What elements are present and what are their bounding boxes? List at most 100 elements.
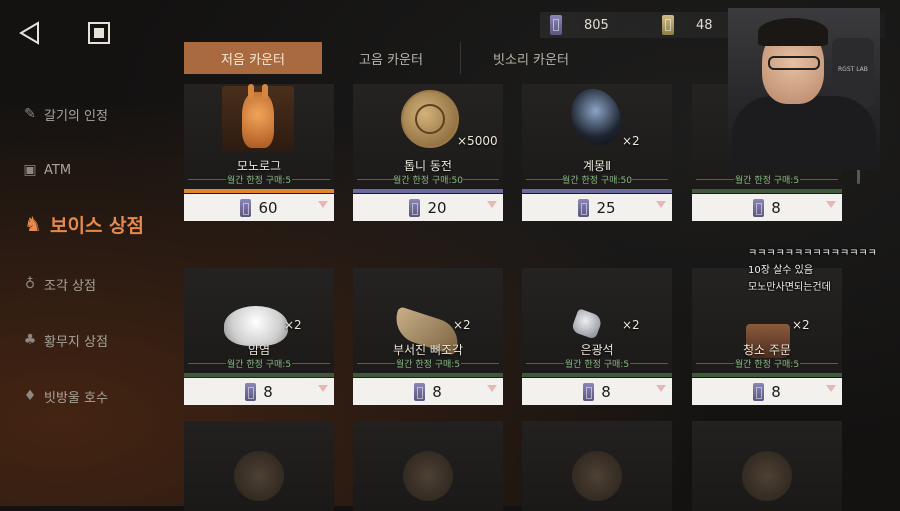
item-quantity: ×5000	[457, 134, 498, 148]
item-accent-bar	[184, 189, 334, 193]
shop-item-broken-bone[interactable]: ×2 부서진 뼈조각 월간 한정 구매:5 8	[353, 268, 503, 405]
streamer-hair	[758, 18, 828, 46]
item-name: 계몽Ⅱ	[583, 159, 611, 173]
webcam-overlay: RGST LAB	[728, 8, 880, 170]
item-art	[403, 451, 453, 501]
rabbit-icon: ♞	[24, 212, 42, 236]
item-name: 청소 주문	[743, 343, 791, 357]
cactus-icon: ♣	[23, 332, 37, 348]
streamer-hoodie	[732, 96, 876, 170]
purple-ticket-icon	[753, 198, 765, 217]
item-accent-bar	[184, 373, 334, 377]
item-price: 8	[184, 378, 334, 405]
item-quantity: ×2	[622, 134, 640, 148]
item-price: 25	[522, 194, 672, 221]
shop-item-partial[interactable]	[184, 421, 334, 511]
item-quantity: ×2	[453, 318, 471, 332]
purple-ticket-icon	[583, 382, 595, 401]
gold-ticket-icon	[662, 15, 674, 35]
lightbulb-icon: ♁	[24, 276, 36, 292]
item-price: 8	[692, 378, 842, 405]
chevron-down-icon	[487, 385, 497, 392]
item-accent-bar	[353, 373, 503, 377]
chevron-down-icon	[656, 201, 666, 208]
item-accent-bar	[522, 373, 672, 377]
chat-line: 모노만사면되는건데	[748, 282, 831, 293]
item-quantity: ×2	[792, 318, 810, 332]
item-price: 60	[184, 194, 334, 221]
currency-purple-value: 805	[584, 17, 609, 33]
chat-line: 10장 살수 있음	[748, 265, 814, 276]
shop-item-silver-ore[interactable]: ×2 은광석 월간 한정 구매:5 8	[522, 268, 672, 405]
item-price-value: 60	[258, 198, 278, 217]
item-name: 모노로그	[236, 159, 282, 173]
purple-ticket-icon	[753, 382, 765, 401]
item-art	[234, 451, 284, 501]
item-limit: 월간 한정 구매:5	[692, 173, 842, 186]
chevron-down-icon	[826, 201, 836, 208]
item-name: 암염	[247, 343, 271, 357]
sidebar-item-wasteland-shop[interactable]: ♣ 황무지 상점	[22, 323, 108, 357]
sidebar-item-label: 빗방울 호수	[44, 390, 108, 406]
purple-ticket-icon	[414, 382, 426, 401]
purple-ticket-icon	[245, 382, 257, 401]
item-limit: 월간 한정 구매:5	[692, 357, 842, 370]
gear-coin-art	[401, 90, 459, 148]
purple-ticket-icon	[240, 198, 252, 217]
chevron-down-icon	[318, 201, 328, 208]
item-art	[742, 451, 792, 501]
sidebar-item-label: ATM	[44, 162, 72, 178]
currency-gold: 48	[662, 12, 713, 38]
shop-item-partial[interactable]	[692, 421, 842, 511]
chat-line: ㅋㅋㅋㅋㅋㅋㅋㅋㅋㅋㅋㅋㅋㅋ	[748, 248, 877, 259]
shop-item-monologue[interactable]: 모노로그 월간 한정 구매:5 60	[184, 84, 334, 221]
purple-ticket-icon	[550, 15, 562, 35]
currency-gold-value: 48	[696, 17, 713, 33]
streamer-glasses	[768, 56, 820, 70]
chair-label: RGST LAB	[838, 66, 868, 73]
item-name: 톱니 동전	[404, 159, 452, 173]
tab-low-counter[interactable]: 저음 카운터	[184, 42, 322, 74]
item-price-value: 8	[771, 198, 781, 217]
shop-item-partial[interactable]	[353, 421, 503, 511]
counter-tabs: 저음 카운터 고음 카운터 빗소리 카운터	[184, 42, 601, 74]
item-accent-bar	[353, 189, 503, 193]
item-limit: 월간 한정 구매:5	[353, 357, 503, 370]
item-quantity: ×2	[622, 318, 640, 332]
shop-item-gear-coin[interactable]: ×5000 톱니 동전 월간 한정 구매:50 20	[353, 84, 503, 221]
sidebar-item-label: 황무지 상점	[44, 334, 108, 350]
purple-ticket-icon	[409, 198, 421, 217]
shop-item-rock-salt[interactable]: ×2 암염 월간 한정 구매:5 8	[184, 268, 334, 405]
feather-icon: ✎	[24, 106, 36, 122]
sidebar-item-mane[interactable]: ✎ 갈기의 인정	[22, 97, 108, 131]
item-limit: 월간 한정 구매:50	[522, 173, 672, 186]
back-button[interactable]	[18, 20, 42, 46]
sidebar-item-fragment-shop[interactable]: ♁ 조각 상점	[22, 267, 96, 301]
purple-ticket-icon	[578, 198, 590, 217]
sidebar-item-label: 보이스 상점	[50, 214, 145, 237]
shop-item-enlightenment[interactable]: ×2 계몽Ⅱ 월간 한정 구매:50 25	[522, 84, 672, 221]
item-limit: 월간 한정 구매:50	[353, 173, 503, 186]
item-limit: 월간 한정 구매:5	[184, 357, 334, 370]
square-stop-icon[interactable]	[88, 22, 110, 44]
item-quantity: ×2	[284, 318, 302, 332]
item-price: 8	[522, 378, 672, 405]
item-accent-bar	[522, 189, 672, 193]
tab-rain-counter[interactable]: 빗소리 카운터	[461, 42, 601, 74]
item-price-value: 20	[427, 198, 447, 217]
sidebar-item-label: 갈기의 인정	[44, 108, 108, 124]
chevron-down-icon	[656, 385, 666, 392]
tab-high-counter[interactable]: 고음 카운터	[322, 42, 461, 74]
rabbit-figure-art	[242, 84, 274, 148]
item-price-value: 25	[596, 198, 616, 217]
sidebar-item-label: 조각 상점	[44, 278, 96, 294]
item-art	[572, 451, 622, 501]
item-price: 8	[692, 194, 842, 221]
sidebar-item-atm[interactable]: ▣ ATM	[22, 153, 71, 187]
shop-item-partial[interactable]	[522, 421, 672, 511]
sidebar-item-raindrop-lake[interactable]: ♦ 빗방울 호수	[22, 379, 108, 413]
sidebar-item-voice-shop[interactable]: ♞ 보이스 상점	[22, 207, 144, 241]
item-accent-bar	[692, 189, 842, 193]
chevron-down-icon	[487, 201, 497, 208]
back-triangle-icon	[19, 21, 39, 45]
